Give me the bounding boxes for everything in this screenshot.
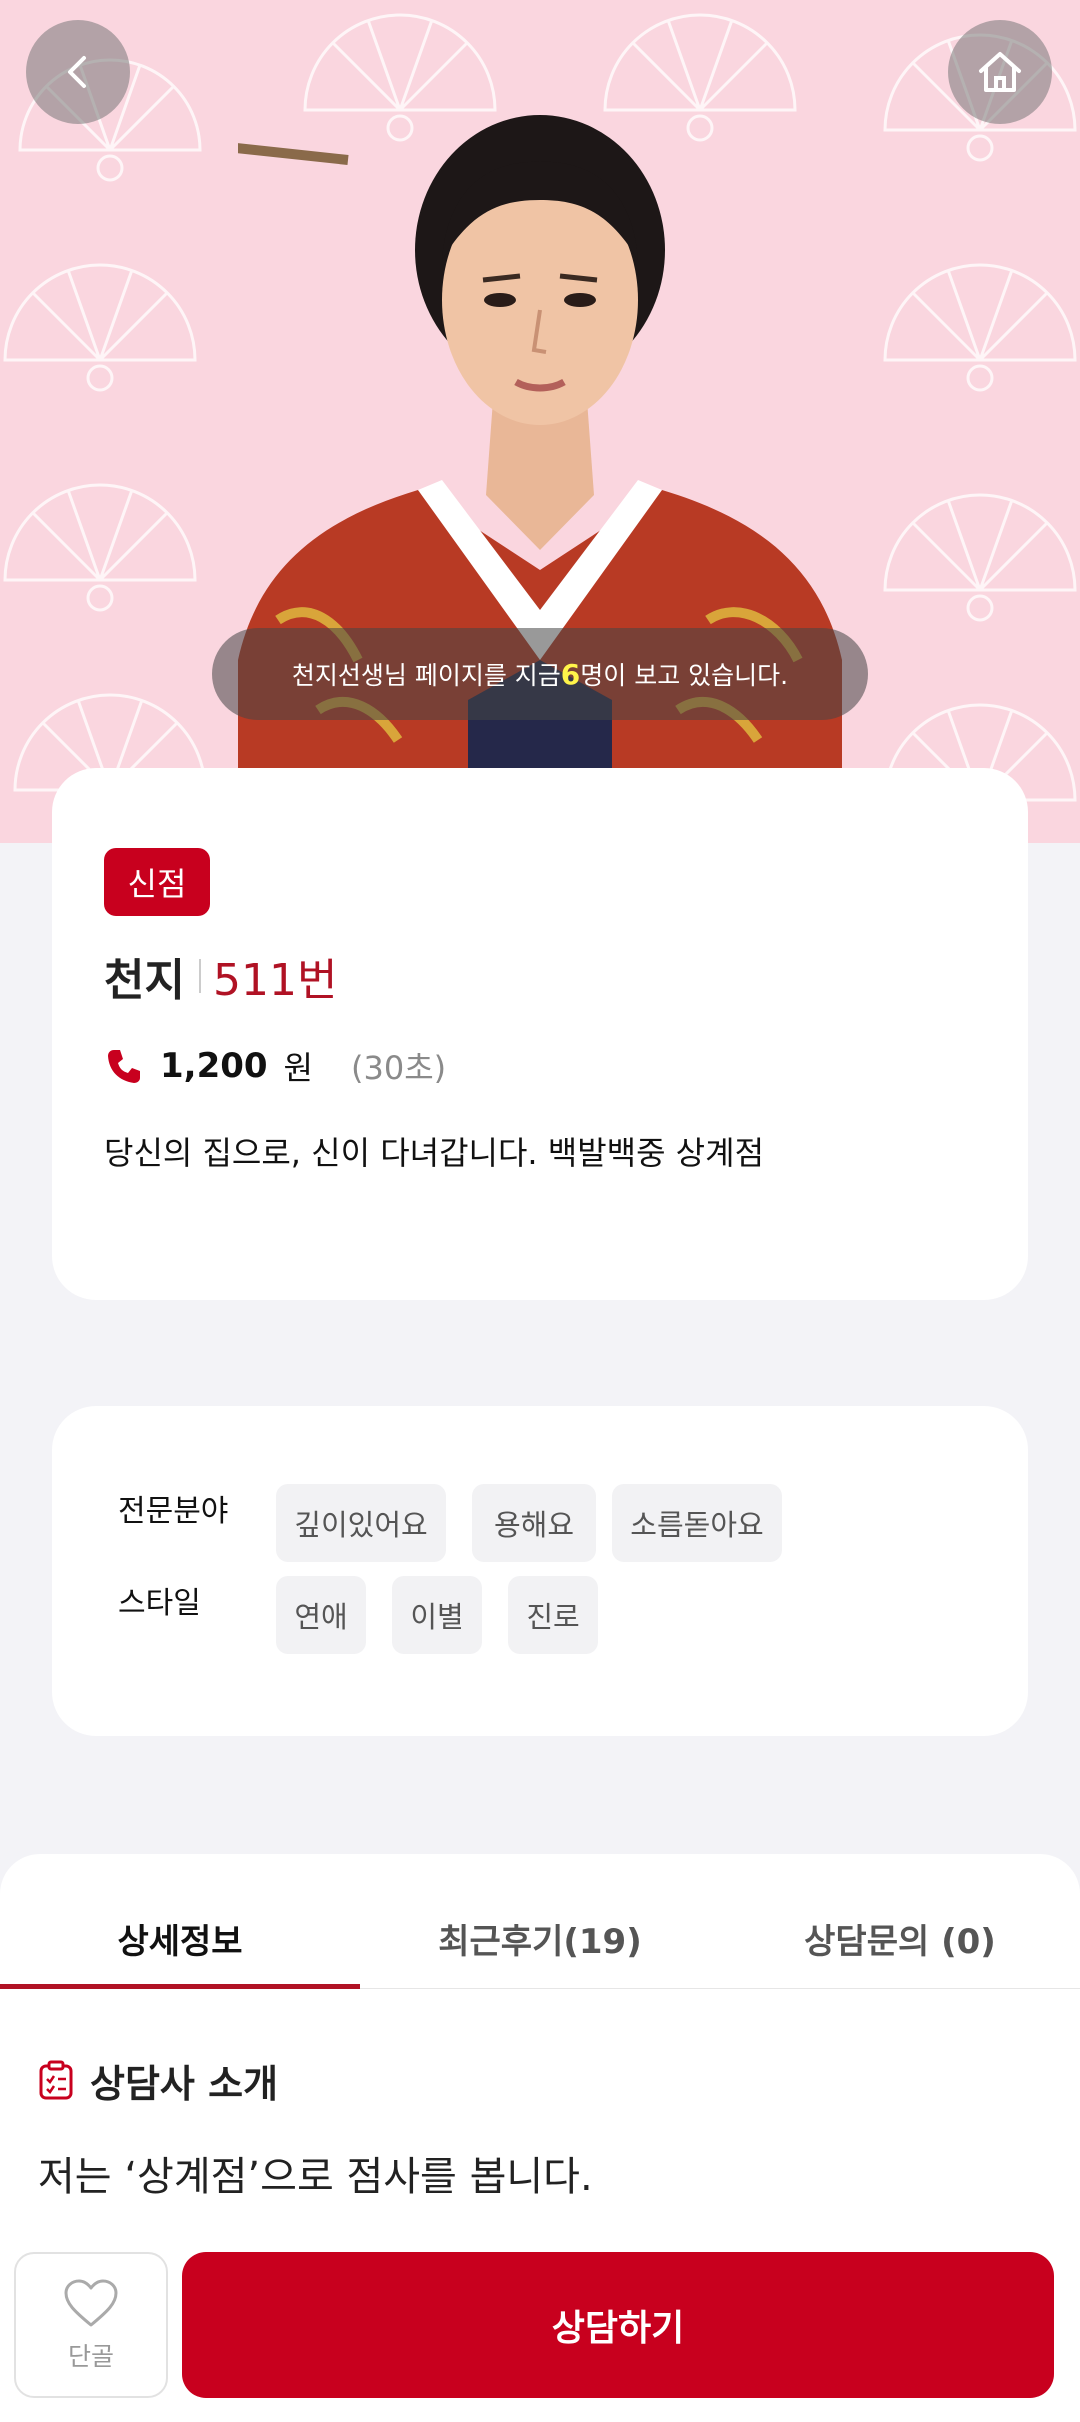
specialty-chip: 깊이있어요 <box>276 1484 446 1562</box>
style-chip: 이별 <box>392 1576 482 1654</box>
live-viewer-notice: 천지선생님 페이지를 지금 6 명이 보고 있습니다. <box>212 628 868 720</box>
consult-button[interactable]: 상담하기 <box>182 2252 1054 2398</box>
counselor-number: 511번 <box>212 955 338 1006</box>
bottom-action-bar: 단골 상담하기 <box>0 2236 1080 2422</box>
section-title: 상담사 소개 <box>90 2061 279 2106</box>
price-currency: 원 <box>283 1049 313 1087</box>
name-divider <box>198 959 201 993</box>
price-value: 1,200 <box>160 1046 268 1086</box>
specialty-label: 전문분야 <box>118 1494 229 1529</box>
category-badge: 신점 <box>104 848 210 916</box>
price-row: 1,200 원 (30초) <box>104 1038 446 1094</box>
active-tab-indicator <box>0 1984 360 1989</box>
back-button[interactable] <box>26 20 130 124</box>
counselor-name: 천지 <box>104 955 185 1006</box>
tab-inquiries[interactable]: 상담문의 (0) <box>720 1910 1080 1966</box>
tab-reviews[interactable]: 최근후기(19) <box>360 1910 720 1966</box>
style-chip: 연애 <box>276 1576 366 1654</box>
favorite-button[interactable]: 단골 <box>14 2252 168 2398</box>
chevron-left-icon <box>68 56 86 88</box>
profile-card: 신점 천지 511번 1,200 원 (30초) 당신의 집으로, 신이 다녀갑… <box>52 768 1028 1300</box>
favorite-label: 단골 <box>67 2342 114 2371</box>
style-label: 스타일 <box>118 1586 201 1621</box>
specialty-card: 전문분야 깊이있어요 용해요 소름돋아요 스타일 연애 이별 진로 <box>52 1406 1028 1736</box>
checklist-icon <box>39 2060 73 2100</box>
viewer-count: 6 <box>560 657 581 691</box>
intro-text: 저는 ‘상계점’으로 점사를 봅니다. <box>38 2154 593 2200</box>
viewer-text-before: 천지선생님 페이지를 지금 <box>291 661 561 690</box>
hero-banner: 천지선생님 페이지를 지금 6 명이 보고 있습니다. <box>0 0 1080 843</box>
counselor-tagline: 당신의 집으로, 신이 다녀갑니다. 백발백중 상계점 <box>104 1134 765 1172</box>
price-unit: (30초) <box>351 1049 447 1087</box>
style-chip: 진로 <box>508 1576 598 1654</box>
tab-details[interactable]: 상세정보 <box>0 1910 360 1966</box>
home-button[interactable] <box>948 20 1052 124</box>
phone-icon <box>108 1050 140 1083</box>
home-icon <box>979 52 1021 92</box>
section-header: 상담사 소개 <box>38 2050 278 2110</box>
heart-icon <box>64 2279 118 2327</box>
specialty-chip: 용해요 <box>472 1484 596 1562</box>
viewer-text-after: 명이 보고 있습니다. <box>580 661 789 690</box>
name-row: 천지 511번 <box>104 944 337 1008</box>
specialty-chip: 소름돋아요 <box>612 1484 782 1562</box>
